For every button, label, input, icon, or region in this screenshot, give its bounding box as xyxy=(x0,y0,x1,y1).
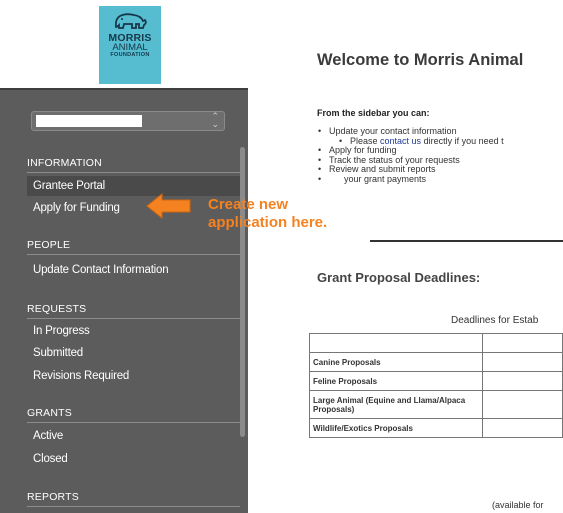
intro-text: From the sidebar you can: xyxy=(317,108,430,118)
table-row: Feline Proposals xyxy=(309,371,563,391)
table-row: Large Animal (Equine and Llama/Alpaca Pr… xyxy=(309,390,563,419)
section-divider xyxy=(27,506,240,507)
elephant-icon xyxy=(114,13,147,29)
availability-note: (available for xyxy=(492,500,544,510)
sidebar-item-update-contact-information[interactable]: Update Contact Information xyxy=(27,260,240,280)
table-cell xyxy=(309,333,483,353)
sidebar-scrollbar[interactable] xyxy=(240,147,245,437)
account-select-value xyxy=(36,115,142,127)
table-cell xyxy=(481,418,563,438)
section-divider xyxy=(27,172,240,173)
sidebar-capabilities-list: Update your contact information Please c… xyxy=(317,126,504,185)
table-cell xyxy=(481,371,563,391)
logo-area: MORRIS ANIMAL FOUNDATION xyxy=(0,0,248,88)
sidebar-panel: ⌃ ⌄ INFORMATION Grantee Portal Apply for … xyxy=(0,88,248,513)
page-title: Welcome to Morris Animal xyxy=(317,51,524,69)
section-divider xyxy=(27,318,240,319)
sidebar-item-in-progress[interactable]: In Progress xyxy=(27,321,240,341)
list-item: your grant payments xyxy=(317,174,504,185)
table-row xyxy=(309,333,563,353)
sidebar-item-revisions-required[interactable]: Revisions Required xyxy=(27,366,240,386)
sidebar-item-closed[interactable]: Closed xyxy=(27,449,240,469)
orange-arrow-icon xyxy=(146,193,191,219)
contact-us-link[interactable]: contact us xyxy=(380,136,421,146)
table-cell xyxy=(481,352,563,372)
sidebar-item-grantee-portal[interactable]: Grantee Portal xyxy=(27,176,240,196)
table-cell: Wildlife/Exotics Proposals xyxy=(309,418,483,438)
account-select[interactable]: ⌃ ⌄ xyxy=(31,111,225,131)
morris-animal-foundation-logo[interactable]: MORRIS ANIMAL FOUNDATION xyxy=(99,6,161,84)
deadlines-table-caption: Deadlines for Estab xyxy=(451,315,539,326)
sidebar-item-submitted[interactable]: Submitted xyxy=(27,343,240,363)
table-cell xyxy=(481,390,563,419)
main-content: Welcome to Morris Animal From the sideba… xyxy=(248,0,563,513)
table-cell: Feline Proposals xyxy=(309,371,483,391)
content-divider xyxy=(370,240,563,242)
select-arrows-icon: ⌃ ⌄ xyxy=(211,112,219,130)
table-row: Wildlife/Exotics Proposals xyxy=(309,418,563,438)
grant-deadlines-heading: Grant Proposal Deadlines: xyxy=(317,270,481,285)
logo-text-animal: ANIMAL xyxy=(112,42,148,53)
sidebar: MORRIS ANIMAL FOUNDATION ⌃ ⌄ INFORMATION … xyxy=(0,0,248,513)
sidebar-item-active[interactable]: Active xyxy=(27,426,240,446)
section-divider xyxy=(27,254,240,255)
logo-text-foundation: FOUNDATION xyxy=(110,52,150,58)
deadlines-table: Canine Proposals Feline Proposals Large … xyxy=(309,333,563,438)
table-cell: Large Animal (Equine and Llama/Alpaca Pr… xyxy=(309,390,483,419)
table-row: Canine Proposals xyxy=(309,352,563,372)
table-cell: Canine Proposals xyxy=(309,352,483,372)
table-cell xyxy=(481,333,563,353)
section-divider xyxy=(27,422,240,423)
